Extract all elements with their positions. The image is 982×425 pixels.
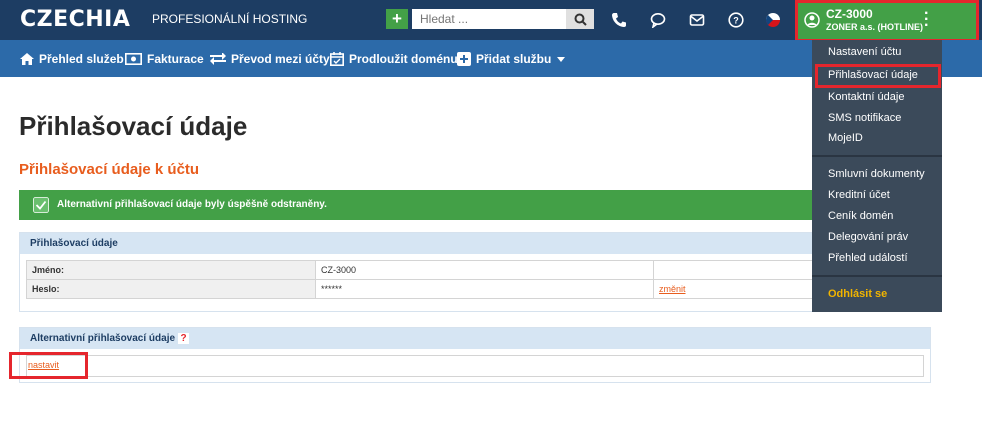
language-button[interactable]	[763, 10, 783, 30]
search-button[interactable]	[566, 9, 594, 29]
home-icon	[20, 53, 34, 65]
transfer-icon	[210, 53, 226, 65]
login-panel: Přihlašovací údaje Jméno: CZ-3000 Heslo:…	[19, 232, 931, 312]
label-password: Heslo:	[26, 279, 316, 299]
phone-button[interactable]	[609, 10, 629, 30]
mail-icon	[689, 14, 705, 26]
help-button[interactable]: ?	[726, 10, 746, 30]
menu-item-logout[interactable]: Odhlásit se	[828, 288, 887, 300]
flag-cz-icon	[766, 13, 780, 27]
calendar-icon	[330, 52, 344, 66]
menu-item-sms[interactable]: SMS notifikace	[828, 112, 901, 124]
kebab-icon: · · ·	[924, 5, 930, 34]
section-title: Přihlašovací údaje k účtu	[19, 161, 200, 178]
nav-item-add-service[interactable]: Přidat službu	[457, 52, 570, 66]
highlight-login-details	[815, 64, 941, 88]
chat-button[interactable]	[648, 10, 668, 30]
menu-item-account-settings[interactable]: Nastavení účtu	[828, 46, 901, 58]
menu-item-contact-details[interactable]: Kontaktní údaje	[828, 91, 904, 103]
user-company: ZONER a.s. (HOTLINE)	[826, 22, 924, 32]
nav-item-billing[interactable]: Fakturace	[125, 52, 204, 66]
menu-item-events[interactable]: Přehled událostí	[828, 252, 908, 264]
user-menu-button[interactable]: CZ-3000 ZONER a.s. (HOTLINE) · · ·	[795, 0, 979, 42]
help-question-icon[interactable]: ?	[178, 333, 190, 344]
alert-message: Alternativní přihlašovací údaje byly úsp…	[57, 199, 327, 210]
login-table: Jméno: CZ-3000 Heslo: ****** změnit	[26, 260, 924, 299]
logo[interactable]: CZECHIA	[20, 7, 130, 32]
alt-login-panel: Alternativní přihlašovací údaje?	[19, 327, 931, 383]
help-icon: ?	[728, 12, 744, 28]
nav-item-renew-domain[interactable]: Prodloužit doménu	[330, 52, 458, 66]
menu-item-delegation[interactable]: Delegování práv	[828, 231, 908, 243]
menu-item-credit[interactable]: Kreditní účet	[828, 189, 890, 201]
login-panel-heading: Přihlašovací údaje	[20, 233, 930, 254]
success-alert: Alternativní přihlašovací údaje byly úsp…	[19, 190, 931, 220]
add-button[interactable]: +	[386, 9, 408, 29]
menu-item-domain-prices[interactable]: Ceník domén	[828, 210, 893, 222]
phone-icon	[612, 13, 626, 27]
svg-text:?: ?	[733, 16, 739, 26]
menu-divider	[812, 275, 942, 277]
menu-item-contracts[interactable]: Smluvní dokumenty	[828, 168, 925, 180]
mail-button[interactable]	[687, 10, 707, 30]
page-title: Přihlašovací údaje	[19, 111, 248, 141]
chat-icon	[650, 13, 666, 28]
table-row: Jméno: CZ-3000	[26, 260, 924, 280]
set-alt-login-link[interactable]: nastavit	[28, 360, 59, 370]
change-password-link[interactable]: změnit	[659, 284, 686, 294]
plus-square-icon	[457, 52, 471, 66]
alt-login-body	[26, 355, 924, 377]
alt-login-panel-heading: Alternativní přihlašovací údaje?	[20, 328, 930, 349]
value-name: CZ-3000	[315, 260, 654, 280]
top-header: CZECHIA PROFESIONÁLNÍ HOSTING + ? CZ-300…	[0, 0, 982, 42]
table-row: Heslo: ****** změnit	[26, 279, 924, 299]
user-icon	[804, 12, 820, 28]
money-icon	[125, 53, 142, 65]
checkbox-check-icon	[33, 197, 49, 213]
search-input[interactable]	[412, 9, 566, 29]
menu-item-mojeid[interactable]: MojeID	[828, 132, 863, 144]
user-name: CZ-3000	[826, 7, 873, 21]
caret-down-icon	[557, 56, 566, 62]
plus-icon: +	[392, 9, 402, 28]
label-name: Jméno:	[26, 260, 316, 280]
value-password: ******	[315, 279, 654, 299]
menu-divider	[812, 155, 942, 157]
search-icon	[574, 13, 587, 26]
nav-item-transfer[interactable]: Převod mezi účty	[210, 52, 330, 66]
tagline: PROFESIONÁLNÍ HOSTING	[152, 12, 308, 26]
nav-item-services[interactable]: Přehled služeb	[20, 52, 124, 66]
